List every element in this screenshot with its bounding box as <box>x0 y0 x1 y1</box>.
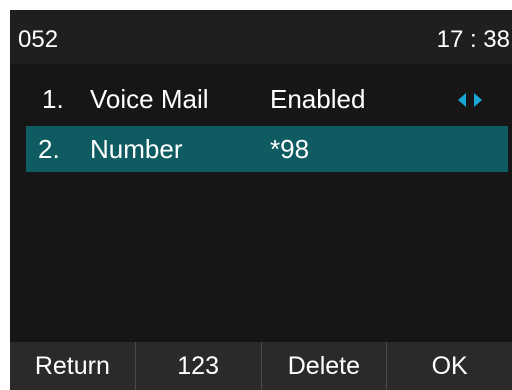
voice-mail-value[interactable]: Enabled <box>270 85 365 113</box>
number-field[interactable]: *98 <box>270 135 309 163</box>
list-item-index: 1. <box>42 84 64 114</box>
delete-softkey[interactable]: Delete <box>260 342 387 390</box>
option-switch-arrows[interactable] <box>452 91 492 109</box>
list-item-index: 2. <box>38 134 60 164</box>
account-label: 052 <box>18 26 59 53</box>
list-item-voice-mail[interactable]: 1. Voice Mail Enabled <box>26 76 508 122</box>
list-item-label: Number <box>90 134 183 164</box>
phone-screen: 052 17 : 38 1. Voice Mail Enabled 2. Num… <box>10 10 512 390</box>
triangle-left-icon[interactable] <box>458 93 466 107</box>
return-softkey[interactable]: Return <box>10 342 135 390</box>
input-mode-softkey[interactable]: 123 <box>134 342 261 390</box>
clock: 17 : 38 <box>436 26 510 53</box>
list-item-label: Voice Mail <box>90 84 209 114</box>
status-bar: 052 17 : 38 <box>10 10 512 64</box>
ok-softkey[interactable]: OK <box>386 342 512 390</box>
softkey-bar: Return 123 Delete OK <box>10 342 512 390</box>
list-item-number[interactable]: 2. Number *98 <box>26 126 508 172</box>
triangle-right-icon[interactable] <box>474 93 482 107</box>
